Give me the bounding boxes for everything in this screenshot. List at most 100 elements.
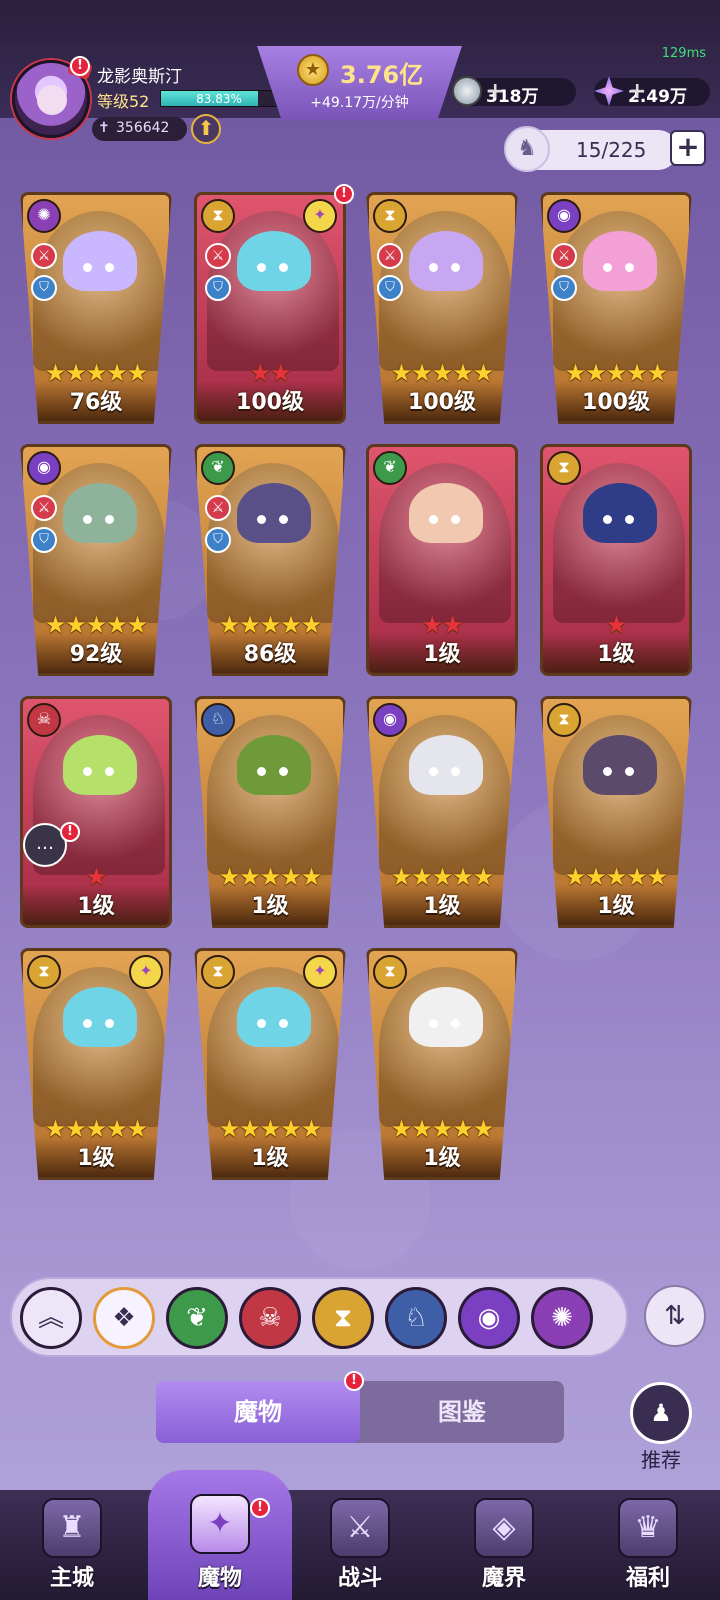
monster-card[interactable]: ❦ ★★ 1级 — [366, 444, 518, 676]
portrait-eye — [279, 515, 288, 524]
monster-card[interactable]: ⧗ ✦ ★★★★★ 1级 — [20, 948, 172, 1180]
monster-level: 100级 — [369, 381, 515, 421]
monster-card[interactable]: ◉ ⚔ ⛉ ★★★★★ 92级 — [20, 444, 172, 676]
recommend-label: 推荐 — [641, 1448, 681, 1472]
portrait-eye — [451, 515, 460, 524]
monster-card[interactable]: ☠… ★ 1级 — [20, 696, 172, 928]
monster-portrait — [379, 967, 511, 1127]
filter-purple-swirl-icon[interactable]: ✺ — [531, 1287, 593, 1349]
nav-main-city[interactable]: ♜ 主城 — [0, 1490, 144, 1600]
attack-role-icon: ⚔ — [377, 243, 403, 269]
defense-role-icon: ⛉ — [551, 275, 577, 301]
monster-level: 1级 — [543, 885, 689, 925]
nav-monsters[interactable]: ✦ 魔物 ! — [148, 1470, 292, 1600]
filter-demon-mask-icon[interactable]: ☠ — [239, 1287, 301, 1349]
monster-card[interactable]: ♘ ★★★★★ 1级 — [194, 696, 346, 928]
portal-icon: ◈ — [474, 1498, 534, 1558]
hourglass-icon: ⧗ — [547, 451, 581, 485]
nav-label: 魔物 — [197, 1566, 242, 1591]
monster-level: 1级 — [197, 885, 343, 925]
attack-role-icon: ⚔ — [205, 495, 231, 521]
filter-eye-icon[interactable]: ◉ — [458, 1287, 520, 1349]
sword-shield-icon: ⚔ — [330, 1498, 390, 1558]
monster-level: 1级 — [369, 633, 515, 673]
filter-collapse-up-icon[interactable]: ︽ — [20, 1287, 82, 1349]
monster-card[interactable]: ❦ ⚔ ⛉ ★★★★★ 86级 — [194, 444, 346, 676]
portrait-eye — [603, 515, 612, 524]
monster-portrait — [553, 715, 685, 875]
eye-icon: ◉ — [27, 451, 61, 485]
filter-all-diamond-icon[interactable]: ❖ — [93, 1287, 155, 1349]
bottom-nav: ♜ 主城 ✦ 魔物 ! ⚔ 战斗 ◈ 魔界 ♛ 福利 — [0, 1470, 720, 1600]
monster-level: 1级 — [543, 633, 689, 673]
portrait-eye — [83, 263, 92, 272]
monster-level: 100级 — [543, 381, 689, 421]
portrait-eye — [603, 263, 612, 272]
monster-portrait — [379, 463, 511, 623]
nav-label: 主城 — [49, 1566, 94, 1591]
nav-label: 战斗 — [337, 1566, 382, 1591]
portrait-eye — [603, 767, 612, 776]
monster-card[interactable]: ◉ ⚔ ⛉ ★★★★★ 100级 — [540, 192, 692, 424]
portrait-hair — [237, 483, 311, 543]
monster-card[interactable]: ⧗ ✦ ⚔ ⛉ ★★ 100级 — [194, 192, 346, 424]
element-filter-bar: ︽ ❖ ❦ ☠ ⧗ ♘ ◉ ✺ — [10, 1277, 628, 1357]
portrait-hair — [583, 231, 657, 291]
filter-dragon-icon[interactable]: ♘ — [385, 1287, 447, 1349]
leaf-icon: ❦ — [201, 451, 235, 485]
portrait-eye — [257, 263, 266, 272]
hourglass-icon: ⧗ — [201, 199, 235, 233]
portrait-hair — [583, 483, 657, 543]
recommend-button[interactable]: ♟ — [630, 1382, 692, 1444]
leaf-icon: ❦ — [373, 451, 407, 485]
portrait-hair — [63, 987, 137, 1047]
monster-card[interactable]: ⧗ ⚔ ⛉ ★★★★★ 100级 — [366, 192, 518, 424]
portrait-eye — [83, 515, 92, 524]
attack-role-icon: ⚔ — [551, 243, 577, 269]
monster-level: 1级 — [369, 1137, 515, 1177]
monster-level: 100级 — [197, 381, 343, 421]
attack-role-icon: ⚔ — [31, 495, 57, 521]
portrait-eye — [257, 767, 266, 776]
dragon-icon: ♘ — [201, 703, 235, 737]
portrait-eye — [625, 515, 634, 524]
monster-card[interactable]: ⧗ ★ 1级 — [540, 444, 692, 676]
portrait-eye — [451, 263, 460, 272]
portrait-eye — [279, 263, 288, 272]
portrait-eye — [429, 515, 438, 524]
skill-gem-icon: ✦ — [129, 955, 163, 989]
hourglass-icon: ⧗ — [373, 955, 407, 989]
monster-level: 1级 — [369, 885, 515, 925]
portrait-hair — [583, 735, 657, 795]
monster-card[interactable]: ◉ ★★★★★ 1级 — [366, 696, 518, 928]
portrait-eye — [429, 263, 438, 272]
monster-portrait — [553, 463, 685, 623]
filter-leaf-icon[interactable]: ❦ — [166, 1287, 228, 1349]
attack-role-icon: ⚔ — [31, 243, 57, 269]
monster-card[interactable]: ✺ ⚔ ⛉ ★★★★★ 76级 — [20, 192, 172, 424]
hourglass-icon: ⧗ — [201, 955, 235, 989]
portrait-hair — [237, 735, 311, 795]
tab-monsters[interactable]: 魔物 — [156, 1381, 360, 1443]
monster-card[interactable]: ⧗ ★★★★★ 1级 — [540, 696, 692, 928]
sort-button[interactable]: ⇅ — [644, 1285, 706, 1347]
portrait-eye — [625, 767, 634, 776]
filter-hourglass-icon[interactable]: ⧗ — [312, 1287, 374, 1349]
tab-codex[interactable]: 图鉴 — [360, 1381, 564, 1443]
nav-welfare[interactable]: ♛ 福利 — [576, 1490, 720, 1600]
monster-card[interactable]: ⧗ ✦ ★★★★★ 1级 — [194, 948, 346, 1180]
monster-card[interactable]: ⧗ ★★★★★ 1级 — [366, 948, 518, 1180]
portrait-eye — [105, 767, 114, 776]
nav-demon-realm[interactable]: ◈ 魔界 — [432, 1490, 576, 1600]
monster-level: 92级 — [23, 633, 169, 673]
demon-mask-icon: ☠ — [27, 703, 61, 737]
hourglass-icon: ⧗ — [373, 199, 407, 233]
nav-battle[interactable]: ⚔ 战斗 — [288, 1490, 432, 1600]
portrait-eye — [257, 515, 266, 524]
portrait-hair — [237, 231, 311, 291]
portrait-hair — [409, 483, 483, 543]
castle-icon: ♜ — [42, 1498, 102, 1558]
monster-portrait — [33, 967, 165, 1127]
monster-level: 1级 — [23, 1137, 169, 1177]
defense-role-icon: ⛉ — [31, 527, 57, 553]
